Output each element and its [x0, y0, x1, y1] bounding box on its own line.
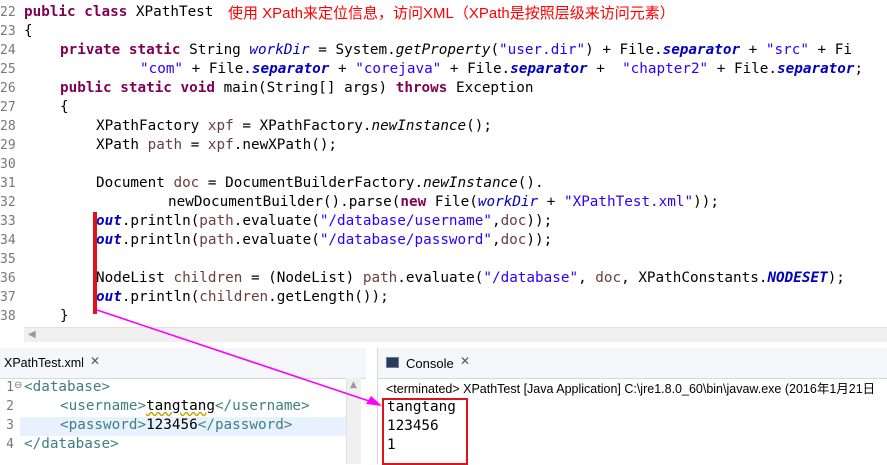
xml-line-username[interactable]: <username>tangtang</username> [60, 397, 310, 416]
line-number: 23 [0, 24, 16, 39]
line-number: 2 [6, 399, 14, 414]
code-line-brace[interactable]: { [60, 98, 69, 117]
xml-vertical-scrollbar[interactable]: ▲ [346, 378, 361, 464]
line-number: 33 [0, 214, 16, 229]
code-line-print-username[interactable]: out.println(path.evaluate("/database/use… [96, 212, 552, 231]
line-number: 31 [0, 176, 16, 191]
code-line-class-decl[interactable]: public class XPathTest [24, 3, 213, 22]
xml-line-database-close[interactable]: </database> [24, 435, 119, 454]
output-highlight-box [382, 398, 468, 465]
editor-horizontal-scrollbar[interactable]: ◀ [24, 327, 887, 342]
tab-console[interactable]: Console ✕ [378, 348, 887, 379]
line-number: 3 [6, 418, 14, 433]
console-pane[interactable]: Console ✕ <terminated> XPathTest [Java A… [377, 348, 887, 465]
scroll-up-arrow[interactable]: ▲ [350, 380, 357, 390]
line-number: 25 [0, 62, 16, 77]
line-number: 22 [0, 5, 16, 20]
code-line-print-password[interactable]: out.println(path.evaluate("/database/pas… [96, 231, 552, 250]
line-number: 1 [6, 380, 14, 395]
xml-line-database-open[interactable]: <database> [24, 378, 110, 397]
line-number: 32 [0, 195, 16, 210]
line-number: 4 [6, 437, 14, 452]
code-line-xpath-factory[interactable]: XPathFactory xpf = XPathFactory.newInsta… [96, 117, 492, 136]
code-line-main-decl[interactable]: public static void main(String[] args) t… [60, 79, 533, 98]
line-number: 27 [0, 100, 16, 115]
terminated-status: <terminated> XPathTest [Java Application… [386, 382, 876, 396]
code-line-xpath[interactable]: XPath path = xpf.newXPath(); [96, 136, 337, 155]
code-line-parse[interactable]: newDocumentBuilder().parse(new File(work… [168, 193, 719, 212]
code-line-document[interactable]: Document doc = DocumentBuilderFactory.ne… [96, 174, 544, 193]
line-number: 38 [0, 309, 16, 324]
collapse-icon[interactable]: ⊖ [14, 380, 22, 391]
line-number: 37 [0, 290, 16, 305]
highlight-bar [93, 212, 97, 314]
scroll-left-arrow[interactable]: ◀ [28, 329, 36, 340]
code-line-nodelist[interactable]: NodeList children = (NodeList) path.eval… [96, 269, 845, 288]
tab-label: Console [406, 356, 454, 371]
code-line-brace[interactable]: } [60, 307, 69, 326]
line-number: 36 [0, 271, 16, 286]
code-line-print-length[interactable]: out.println(children.getLength()); [96, 288, 389, 307]
line-number: 26 [0, 81, 16, 96]
xml-line-password[interactable]: <password>123456</password> [60, 416, 292, 435]
java-editor[interactable]: 22 23 24 25 26 27 28 29 30 31 32 33 34 3… [0, 0, 887, 330]
line-number: 24 [0, 43, 16, 58]
tab-xpathtest-xml[interactable]: XPathTest.xml ✕ [0, 348, 366, 379]
code-line-workdir-cont[interactable]: "com" + File.separator + "corejava" + Fi… [140, 60, 863, 79]
code-line-workdir-decl[interactable]: private static String workDir = System.g… [60, 41, 852, 60]
line-number: 34 [0, 233, 16, 248]
tab-label: XPathTest.xml [4, 356, 84, 370]
annotation-comment: 使用 XPath来定位信息，访问XML（XPath是按照层级来访问元素） [228, 5, 675, 22]
code-line-brace[interactable]: { [24, 22, 33, 41]
close-icon[interactable]: ✕ [460, 354, 470, 368]
console-icon [386, 357, 399, 368]
close-icon[interactable]: ✕ [90, 354, 100, 368]
line-number: 35 [0, 252, 16, 267]
line-number: 29 [0, 138, 16, 153]
line-number: 28 [0, 119, 16, 134]
line-number: 30 [0, 157, 16, 172]
